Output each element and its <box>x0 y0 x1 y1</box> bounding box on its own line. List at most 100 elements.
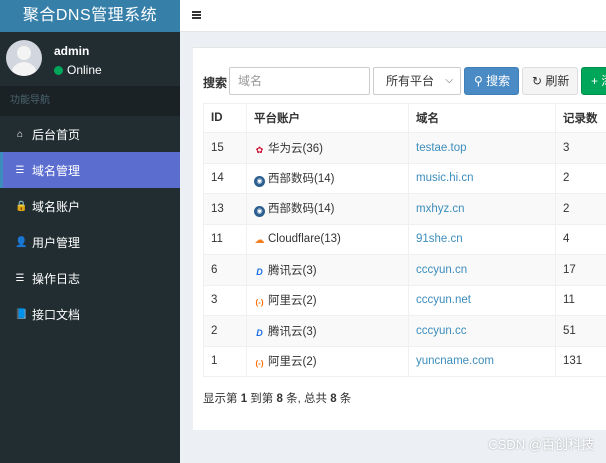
cell-id-text: 6 <box>211 263 218 276</box>
cell-id-text: 2 <box>211 324 218 337</box>
cell-id-text: 13 <box>211 202 224 215</box>
cell-id: 6 <box>203 254 247 286</box>
tencent-cloud-icon: D <box>256 266 263 277</box>
cell-domain[interactable]: mxhyz.cn <box>408 193 556 225</box>
cell-platform-text: 西部数码(14) <box>268 172 335 185</box>
refresh-icon: ↻ <box>532 74 543 88</box>
book-icon: 📘 <box>15 308 28 320</box>
cell-domain-text: mxhyz.cn <box>416 202 465 215</box>
sidebar-item-label: 操作日志 <box>32 271 81 286</box>
cell-id-text: 14 <box>211 172 224 185</box>
cell-platform: ◉ 西部数码(14) <box>246 162 409 194</box>
cell-id-text: 11 <box>211 233 223 246</box>
cell-domain[interactable]: yuncname.com <box>408 345 556 377</box>
sidebar-item-3[interactable]: 👤 用户管理 <box>0 224 180 260</box>
cell-records: 17 <box>555 254 606 286</box>
cell-records-text: 51 <box>563 324 576 337</box>
column-header-platform[interactable]: 平台账户 <box>246 103 409 133</box>
cell-id-text: 15 <box>211 141 224 154</box>
column-header-records[interactable]: 记录数 <box>555 103 606 133</box>
cell-platform-text: 西部数码(14) <box>268 203 335 216</box>
cell-id: 14 <box>203 162 247 194</box>
aliyun-icon: (-) <box>255 298 264 308</box>
cell-platform: (-) 阿里云(2) <box>246 284 409 316</box>
cell-domain[interactable]: music.hi.cn <box>408 162 556 194</box>
app-logo-title[interactable]: 聚合DNS管理系统 <box>0 0 180 32</box>
add-button-label: 添 <box>601 74 606 88</box>
cell-domain[interactable]: cccyun.cn <box>408 254 556 286</box>
cell-records-text: 3 <box>563 141 570 154</box>
column-header-domain[interactable]: 域名 <box>408 103 556 133</box>
cell-domain[interactable]: 91she.cn <box>408 223 556 255</box>
cell-records: 3 <box>555 132 606 164</box>
home-icon: ⌂ <box>16 128 24 140</box>
search-button[interactable]: ⚲ 搜索 <box>464 67 519 95</box>
cell-platform: ☁ Cloudflare(13) <box>246 223 409 255</box>
cell-records: 11 <box>555 284 606 316</box>
cell-records: 131 <box>555 345 606 377</box>
table-row[interactable]: 6 D 腾讯云(3) cccyun.cn 17 <box>203 254 606 286</box>
cell-records-text: 2 <box>563 202 570 215</box>
table-row[interactable]: 15 ✿ 华为云(36) testae.top 3 <box>203 132 606 164</box>
pagination-prefix: 显示第 <box>203 393 241 405</box>
tencent-cloud-icon: D <box>256 327 263 338</box>
sidebar-item-1[interactable]: ☰ 域名管理 <box>0 152 180 188</box>
cell-domain[interactable]: testae.top <box>408 132 556 164</box>
refresh-button[interactable]: ↻ 刷新 <box>522 67 578 95</box>
search-toolbar: 搜索 所有平台 ⌵ ⚲ 搜索 ↻ 刷新 + 添 <box>193 67 606 95</box>
cell-platform-text: 阿里云(2) <box>268 356 317 369</box>
sidebar-item-label: 域名管理 <box>32 163 81 178</box>
aliyun-icon: (-) <box>255 359 264 369</box>
cell-records: 51 <box>555 315 606 347</box>
table-row[interactable]: 2 D 腾讯云(3) cccyun.cc 51 <box>203 315 606 347</box>
cell-id: 3 <box>203 284 247 316</box>
lock-icon: 🔒 <box>15 200 28 212</box>
cell-id-text: 1 <box>211 355 218 368</box>
cell-platform: D 腾讯云(3) <box>246 315 409 347</box>
search-button-label: 搜索 <box>486 74 511 88</box>
table-row[interactable]: 11 ☁ Cloudflare(13) 91she.cn 4 <box>203 223 606 255</box>
table-row[interactable]: 3 (-) 阿里云(2) cccyun.net 11 <box>203 284 606 316</box>
avatar <box>6 40 42 76</box>
sidebar-item-5[interactable]: 📘 接口文档 <box>0 296 180 332</box>
add-domain-button[interactable]: + 添 <box>581 67 606 95</box>
cell-platform: D 腾讯云(3) <box>246 254 409 286</box>
plus-icon: + <box>591 74 599 88</box>
cell-domain[interactable]: cccyun.cc <box>408 315 556 347</box>
user-icon: 👤 <box>15 236 28 248</box>
table-row[interactable]: 1 (-) 阿里云(2) yuncname.com 131 <box>203 345 606 377</box>
column-header-id[interactable]: ID <box>203 103 247 133</box>
cell-id: 11 <box>203 223 247 255</box>
menu-toggle-icon[interactable] <box>192 11 201 19</box>
list-icon: ☰ <box>15 272 25 284</box>
cell-id: 1 <box>203 345 247 377</box>
pagination-summary: 显示第 1 到第 8 条, 总共 8 条 <box>203 390 351 406</box>
cell-records: 4 <box>555 223 606 255</box>
sidebar-item-0[interactable]: ⌂ 后台首页 <box>0 116 180 152</box>
cell-domain[interactable]: cccyun.net <box>408 284 556 316</box>
cell-records-text: 4 <box>563 233 570 246</box>
domain-search-input[interactable] <box>229 67 370 95</box>
cell-records-text: 11 <box>563 294 575 307</box>
cell-platform-text: 华为云(36) <box>268 142 323 155</box>
platform-select[interactable]: 所有平台 ⌵ <box>373 67 461 95</box>
table-header-row: ID 平台账户 域名 记录数 <box>203 103 606 133</box>
table-row[interactable]: 13 ◉ 西部数码(14) mxhyz.cn 2 <box>203 193 606 225</box>
cell-id: 2 <box>203 315 247 347</box>
user-name: admin <box>54 44 90 58</box>
cell-platform: ✿ 华为云(36) <box>246 132 409 164</box>
domain-list-panel: 搜索 所有平台 ⌵ ⚲ 搜索 ↻ 刷新 + 添 ID 平台账户 <box>193 47 606 430</box>
sidebar-item-2[interactable]: 🔒 域名账户 <box>0 188 180 224</box>
table-row[interactable]: 14 ◉ 西部数码(14) music.hi.cn 2 <box>203 162 606 194</box>
cell-platform-text: Cloudflare(13) <box>268 232 341 245</box>
cell-platform-text: 阿里云(2) <box>268 295 317 308</box>
cell-records-text: 131 <box>563 355 583 368</box>
cell-domain-text: cccyun.cn <box>416 263 468 276</box>
chevron-down-icon: ⌵ <box>445 75 453 86</box>
sidebar-item-label: 后台首页 <box>32 127 81 142</box>
cell-domain-text: cccyun.cc <box>416 324 467 337</box>
cell-records: 2 <box>555 193 606 225</box>
cell-domain-text: cccyun.net <box>416 294 471 307</box>
sidebar-item-4[interactable]: ☰ 操作日志 <box>0 260 180 296</box>
user-panel: admin Online <box>0 32 180 86</box>
